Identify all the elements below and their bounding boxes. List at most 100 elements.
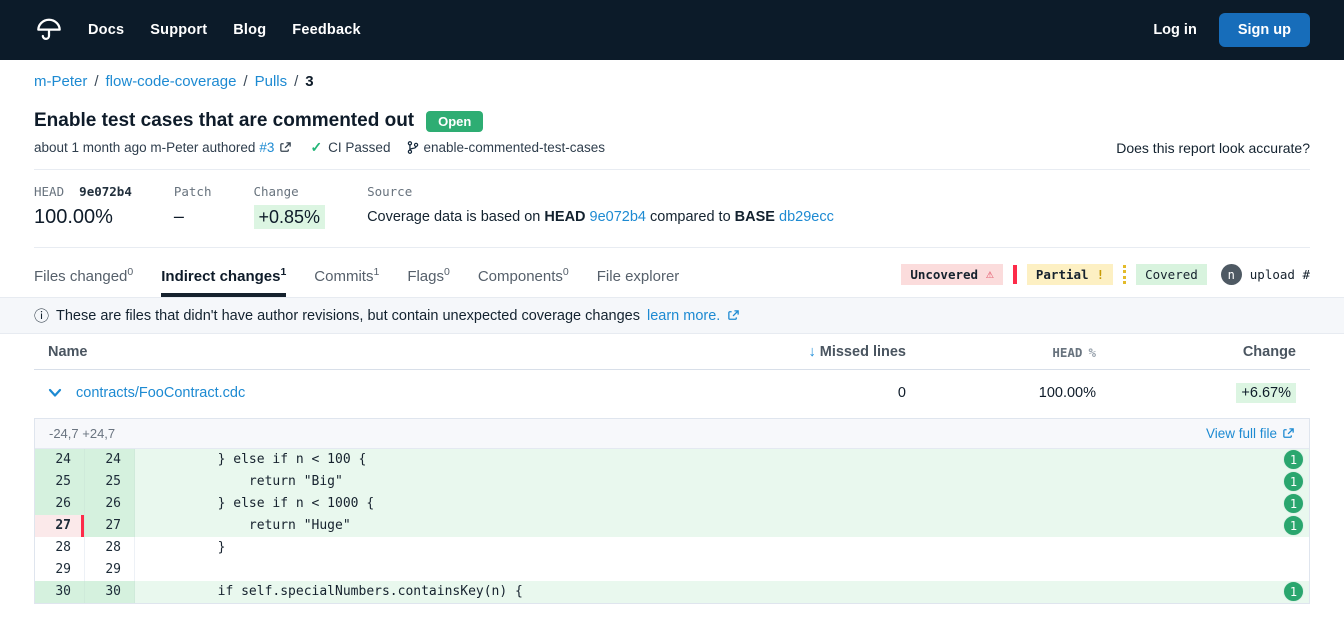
- new-line-number: 29: [85, 559, 135, 581]
- report-accuracy-question[interactable]: Does this report look accurate?: [1116, 140, 1310, 156]
- tab-commits[interactable]: Commits1: [314, 266, 379, 297]
- old-line-number: 29: [35, 559, 85, 581]
- code-line[interactable]: 29 29: [35, 559, 1309, 581]
- breadcrumb: m-Peter/flow-code-coverage/Pulls/3: [34, 60, 1310, 90]
- source-base-sha-link[interactable]: db29ecc: [779, 209, 834, 225]
- code-text: } else if n < 100 {: [135, 449, 1309, 471]
- nav-link-docs[interactable]: Docs: [88, 22, 124, 38]
- check-icon: ✓: [310, 139, 322, 156]
- codecov-umbrella-logo[interactable]: [34, 14, 66, 46]
- pull-title-row: Enable test cases that are commented out…: [34, 110, 1310, 132]
- ci-status: ✓ CI Passed: [310, 139, 390, 156]
- source-head-word: HEAD: [544, 209, 585, 225]
- breadcrumb-pulls-link[interactable]: Pulls: [255, 73, 288, 90]
- code-line[interactable]: 24 24 } else if n < 100 { 1: [35, 449, 1309, 471]
- nav-link-feedback[interactable]: Feedback: [292, 22, 361, 38]
- old-line-number: 25: [35, 471, 85, 493]
- legend-upload-label: upload #: [1250, 267, 1310, 282]
- code-text: return "Huge": [135, 515, 1309, 537]
- pull-status-badge: Open: [426, 111, 483, 132]
- files-table-header: Name ↓Missed lines HEAD% Change: [34, 334, 1310, 370]
- breadcrumb-separator: /: [243, 73, 247, 90]
- tab-indirect-changes[interactable]: Indirect changes1: [161, 266, 286, 297]
- code-line[interactable]: 25 25 return "Big" 1: [35, 471, 1309, 493]
- upload-count-badge[interactable]: 1: [1283, 515, 1304, 536]
- tab-label: Commits: [314, 268, 373, 285]
- new-line-number: 27: [85, 515, 135, 537]
- old-line-number: 24: [35, 449, 85, 471]
- signup-button[interactable]: Sign up: [1219, 13, 1310, 47]
- nav-links: Docs Support Blog Feedback: [88, 22, 361, 38]
- code-text: [135, 559, 1309, 581]
- tab-files-changed[interactable]: Files changed0: [34, 266, 133, 297]
- pull-meta-text: about 1 month ago m-Peter authored: [34, 140, 255, 155]
- upload-count-badge[interactable]: 1: [1283, 493, 1304, 514]
- breadcrumb-current: 3: [305, 73, 313, 90]
- code-text: if self.specialNumbers.containsKey(n) {: [135, 581, 1309, 603]
- tab-flags[interactable]: Flags0: [407, 266, 450, 297]
- source-text: compared to: [650, 209, 731, 225]
- tab-count: 0: [563, 266, 569, 278]
- legend-covered-label: Covered: [1145, 267, 1198, 282]
- git-branch-icon: [406, 140, 420, 155]
- stat-head-label: HEAD 9e072b4: [34, 184, 132, 199]
- pr-number-link[interactable]: #3: [259, 140, 274, 155]
- code-line[interactable]: 30 30 if self.specialNumbers.containsKey…: [35, 581, 1309, 603]
- source-base-word: BASE: [735, 209, 775, 225]
- stat-change-value: +0.85%: [254, 206, 326, 229]
- file-row: contracts/FooContract.cdc 0 100.00% +6.6…: [34, 370, 1310, 416]
- tab-components[interactable]: Components0: [478, 266, 569, 297]
- old-line-number: 26: [35, 493, 85, 515]
- chevron-down-icon[interactable]: [48, 388, 62, 398]
- tab-label: Files changed: [34, 268, 127, 285]
- old-line-number-uncovered: 27: [35, 515, 85, 537]
- external-link-icon[interactable]: [279, 141, 292, 154]
- tab-count: 1: [280, 266, 286, 278]
- diff-header: -24,7 +24,7 View full file: [35, 419, 1309, 449]
- tabs-row: Files changed0 Indirect changes1 Commits…: [34, 248, 1310, 297]
- change-pill: +0.85%: [254, 205, 326, 229]
- stat-patch-label: Patch: [174, 184, 212, 199]
- column-header-name[interactable]: Name: [48, 344, 706, 360]
- breadcrumb-repo-link[interactable]: flow-code-coverage: [106, 73, 237, 90]
- tab-count: 0: [444, 266, 450, 278]
- new-line-number: 24: [85, 449, 135, 471]
- sort-descending-icon: ↓: [809, 344, 816, 360]
- code-line[interactable]: 26 26 } else if n < 1000 { 1: [35, 493, 1309, 515]
- view-full-file-label: View full file: [1206, 426, 1277, 441]
- missed-lines-label: Missed lines: [820, 344, 906, 360]
- legend-partial-label: Partial: [1036, 267, 1089, 282]
- nav-link-blog[interactable]: Blog: [233, 22, 266, 38]
- file-cell: contracts/FooContract.cdc: [48, 385, 706, 401]
- tab-file-explorer[interactable]: File explorer: [597, 266, 680, 297]
- code-line[interactable]: 28 28 }: [35, 537, 1309, 559]
- code-line[interactable]: 27 27 return "Huge" 1: [35, 515, 1309, 537]
- stat-patch-value: –: [174, 206, 212, 227]
- column-header-change[interactable]: Change: [1096, 344, 1296, 360]
- view-full-file-link[interactable]: View full file: [1206, 426, 1295, 441]
- file-missed-lines: 0: [706, 385, 906, 401]
- column-header-missed-lines[interactable]: ↓Missed lines: [706, 344, 906, 360]
- pull-title: Enable test cases that are commented out: [34, 110, 414, 132]
- source-head-sha-link[interactable]: 9e072b4: [590, 209, 646, 225]
- nav-right: Log in Sign up: [1153, 13, 1310, 47]
- legend-uncovered: Uncovered ⚠: [901, 264, 1003, 285]
- nav-link-support[interactable]: Support: [150, 22, 207, 38]
- upload-count-badge[interactable]: 1: [1283, 471, 1304, 492]
- file-name-link[interactable]: contracts/FooContract.cdc: [76, 385, 245, 401]
- legend-partial: Partial !: [1027, 264, 1113, 285]
- upload-count-badge[interactable]: 1: [1283, 449, 1304, 470]
- old-line-number: 30: [35, 581, 85, 603]
- tab-label: Indirect changes: [161, 268, 280, 285]
- tab-label: File explorer: [597, 268, 680, 285]
- login-link[interactable]: Log in: [1153, 22, 1197, 38]
- learn-more-link[interactable]: learn more.: [647, 308, 720, 324]
- external-link-icon: [1282, 427, 1295, 440]
- column-header-head-percent[interactable]: HEAD%: [906, 345, 1096, 360]
- external-link-icon[interactable]: [727, 309, 740, 322]
- upload-count-badge[interactable]: 1: [1283, 581, 1304, 602]
- legend-uncovered-label: Uncovered: [910, 267, 978, 282]
- breadcrumb-separator: /: [294, 73, 298, 90]
- new-line-number: 25: [85, 471, 135, 493]
- breadcrumb-owner-link[interactable]: m-Peter: [34, 73, 87, 90]
